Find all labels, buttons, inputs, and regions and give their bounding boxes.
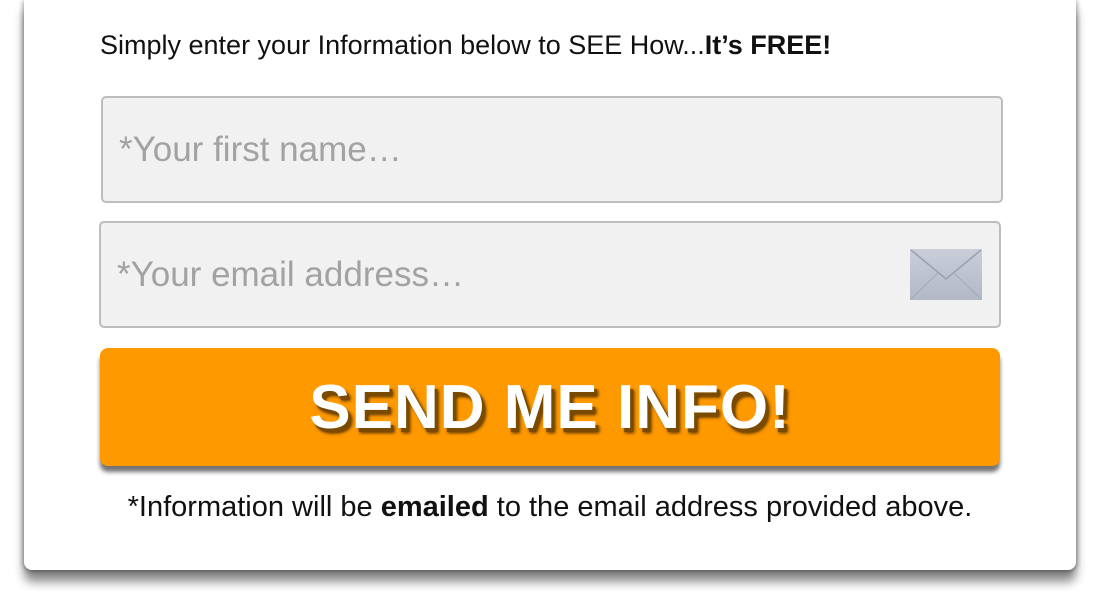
footnote-after: to the email address provided above. (488, 491, 973, 523)
send-button-label: SEND ME INFO! (309, 372, 791, 442)
email-input[interactable] (101, 223, 999, 326)
first-name-field[interactable] (101, 96, 1003, 203)
headline: Simply enter your Information below to S… (100, 30, 831, 61)
footnote-before: *Information will be (127, 491, 381, 523)
first-name-input[interactable] (103, 98, 1001, 201)
email-field[interactable] (99, 221, 1001, 328)
footnote: *Information will be emailed to the emai… (0, 491, 1100, 524)
envelope-icon (910, 249, 982, 300)
headline-emphasis: It’s FREE! (704, 30, 832, 60)
send-me-info-button[interactable]: SEND ME INFO! (100, 348, 1000, 466)
footnote-emphasis: emailed (380, 491, 489, 523)
headline-text: Simply enter your Information below to S… (100, 30, 705, 60)
